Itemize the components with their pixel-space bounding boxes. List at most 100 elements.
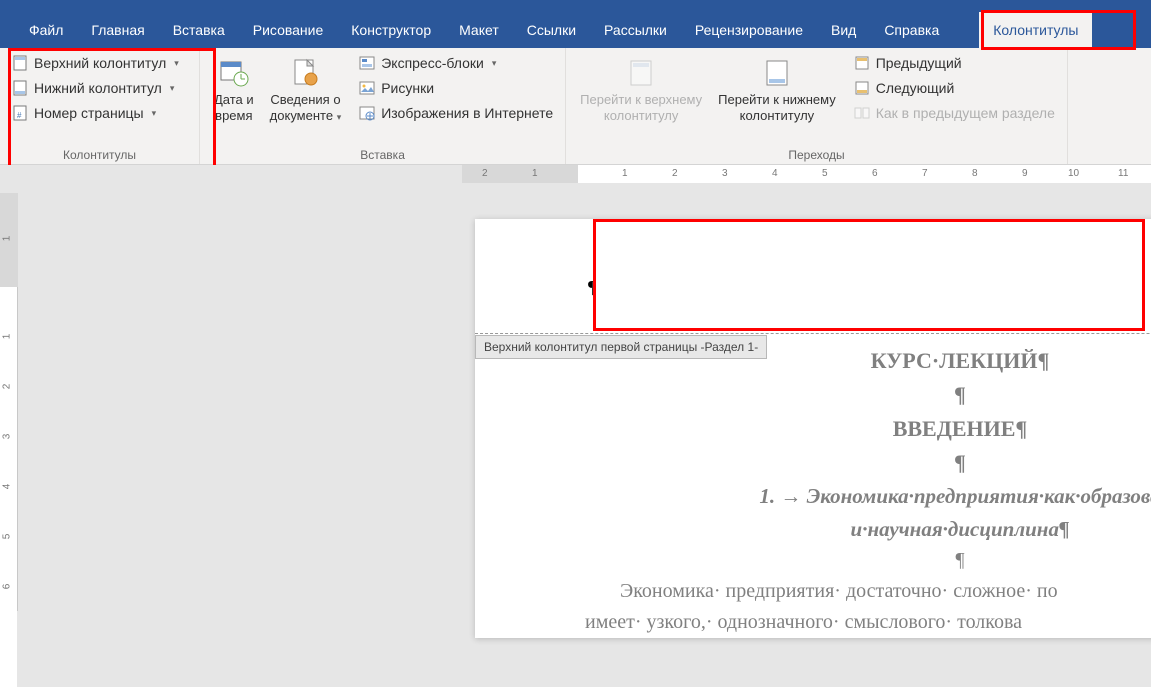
quick-parts-label: Экспресс-блоки xyxy=(381,55,484,71)
ruler-num: 4 xyxy=(772,168,778,179)
pictures-label: Рисунки xyxy=(381,80,434,96)
page-number-button-label: Номер страницы xyxy=(34,105,144,121)
vruler-num: 6 xyxy=(1,584,12,590)
vruler-num: 4 xyxy=(1,484,12,490)
goto-header-button: Перейти к верхнему колонтитулу xyxy=(572,52,710,129)
vertical-ruler[interactable]: 1 1 2 3 4 5 6 xyxy=(0,193,18,611)
ruler-num: 3 xyxy=(722,168,728,179)
doc-info-button[interactable]: Сведения о документе ▾ xyxy=(262,52,350,129)
tab-insert[interactable]: Вставка xyxy=(159,12,239,48)
ruler-num: 2 xyxy=(672,168,678,179)
ruler-num: 2 xyxy=(482,168,488,179)
link-previous-label: Как в предыдущем разделе xyxy=(876,105,1055,121)
vruler-num: 1 xyxy=(1,236,12,242)
group-insert: Дата и время Сведения о документе ▾ Эксп… xyxy=(200,48,566,164)
date-time-button[interactable]: Дата и время xyxy=(206,52,262,129)
page-number-button[interactable]: # Номер страницы ▾ xyxy=(6,102,185,124)
previous-button[interactable]: Предыдущий xyxy=(848,52,1061,74)
ruler-num: 1 xyxy=(532,168,538,179)
tab-design[interactable]: Конструктор xyxy=(337,12,445,48)
online-pictures-label: Изображения в Интернете xyxy=(381,105,553,121)
document-page[interactable]: ¶ КУРС·ЛЕКЦИЙ¶ ¶ ВВЕДЕНИЕ¶ ¶ 1. → Эконом… xyxy=(475,219,1151,638)
chevron-down-icon: ▾ xyxy=(174,58,179,69)
ruler-num: 10 xyxy=(1068,168,1079,179)
chevron-down-icon: ▾ xyxy=(337,112,342,122)
chevron-down-icon: ▾ xyxy=(152,108,157,119)
paragraph-mark-icon: ¶ xyxy=(588,277,596,298)
date-time-label-l2: время xyxy=(215,108,252,124)
goto-header-icon xyxy=(625,57,657,89)
document-footer-icon xyxy=(12,80,28,96)
ruler-num: 8 xyxy=(972,168,978,179)
doc-info-label-l2: документе ▾ xyxy=(270,108,342,124)
doc-body-l1: Экономика· предприятия· достаточно· слож… xyxy=(585,576,1151,607)
ruler-num: 5 xyxy=(822,168,828,179)
tab-file[interactable]: Файл xyxy=(15,12,77,48)
header-edit-area[interactable]: ¶ xyxy=(475,219,1151,334)
doc-info-label-l1: Сведения о xyxy=(270,92,340,108)
link-previous-icon xyxy=(854,105,870,121)
pictures-icon xyxy=(359,80,375,96)
next-icon xyxy=(854,80,870,96)
chevron-down-icon: ▾ xyxy=(492,58,497,69)
tab-mailings[interactable]: Рассылки xyxy=(590,12,681,48)
ruler-num: 7 xyxy=(922,168,928,179)
link-previous-button: Как в предыдущем разделе xyxy=(848,102,1061,124)
online-pictures-icon xyxy=(359,105,375,121)
document-header-icon xyxy=(12,55,28,71)
vruler-num: 3 xyxy=(1,434,12,440)
group-navigation-label: Переходы xyxy=(572,146,1061,162)
doc-empty-line: ¶ xyxy=(585,545,1151,576)
ruler-num: 6 xyxy=(872,168,878,179)
svg-text:#: # xyxy=(17,111,22,120)
group-insert-label: Вставка xyxy=(206,146,559,162)
doc-empty-line: ¶ xyxy=(585,446,1151,480)
doc-empty-line: ¶ xyxy=(585,378,1151,412)
chevron-down-icon: ▾ xyxy=(170,83,175,94)
page-number-icon: # xyxy=(12,105,28,121)
footer-button[interactable]: Нижний колонтитул ▾ xyxy=(6,77,185,99)
document-body: КУРС·ЛЕКЦИЙ¶ ¶ ВВЕДЕНИЕ¶ ¶ 1. → Экономик… xyxy=(475,334,1151,638)
document-workspace: 2 1 1 2 3 4 5 6 7 8 9 10 11 1 1 2 3 4 5 … xyxy=(0,165,1151,611)
tab-view[interactable]: Вид xyxy=(817,12,870,48)
tab-layout[interactable]: Макет xyxy=(445,12,513,48)
ruler-num: 1 xyxy=(622,168,628,179)
next-label: Следующий xyxy=(876,80,955,96)
ruler-num: 9 xyxy=(1022,168,1028,179)
previous-icon xyxy=(854,55,870,71)
vruler-num: 1 xyxy=(1,334,12,340)
tab-headerfooter[interactable]: Колонтитулы xyxy=(979,12,1092,48)
tab-review[interactable]: Рецензирование xyxy=(681,12,817,48)
header-button-label: Верхний колонтитул xyxy=(34,55,166,71)
header-button[interactable]: Верхний колонтитул ▾ xyxy=(6,52,185,74)
quick-parts-icon xyxy=(359,55,375,71)
horizontal-ruler[interactable]: 2 1 1 2 3 4 5 6 7 8 9 10 11 xyxy=(26,165,1151,183)
goto-header-l2: колонтитулу xyxy=(604,108,679,124)
tab-draw[interactable]: Рисование xyxy=(239,12,338,48)
group-headerfooter: Верхний колонтитул ▾ Нижний колонтитул ▾… xyxy=(0,48,200,164)
header-section-tag: Верхний колонтитул первой страницы -Разд… xyxy=(475,335,767,359)
goto-header-l1: Перейти к верхнему xyxy=(580,92,702,108)
tab-help[interactable]: Справка xyxy=(870,12,953,48)
footer-button-label: Нижний колонтитул xyxy=(34,80,162,96)
document-info-icon xyxy=(289,57,321,89)
tab-references[interactable]: Ссылки xyxy=(513,12,590,48)
ruler-num: 11 xyxy=(1118,168,1128,179)
doc-subheading-l1: 1. → Экономика·предприятия·как·образова xyxy=(585,480,1151,513)
quick-parts-button[interactable]: Экспресс-блоки ▾ xyxy=(353,52,559,74)
group-headerfooter-label: Колонтитулы xyxy=(6,146,193,162)
goto-footer-l2: колонтитулу xyxy=(740,108,815,124)
next-button[interactable]: Следующий xyxy=(848,77,1061,99)
vruler-num: 2 xyxy=(1,384,12,390)
previous-label: Предыдущий xyxy=(876,55,962,71)
doc-subheading-l2: и·научная·дисциплина¶ xyxy=(585,513,1151,546)
pictures-button[interactable]: Рисунки xyxy=(353,77,559,99)
doc-body-l2: имеет· узкого,· однозначного· смыслового… xyxy=(585,607,1151,638)
goto-footer-icon xyxy=(761,57,793,89)
goto-footer-l1: Перейти к нижнему xyxy=(718,92,836,108)
goto-footer-button[interactable]: Перейти к нижнему колонтитулу xyxy=(710,52,844,129)
doc-heading: ВВЕДЕНИЕ¶ xyxy=(585,412,1151,446)
group-navigation: Перейти к верхнему колонтитулу Перейти к… xyxy=(566,48,1068,164)
online-pictures-button[interactable]: Изображения в Интернете xyxy=(353,102,559,124)
tab-home[interactable]: Главная xyxy=(77,12,158,48)
